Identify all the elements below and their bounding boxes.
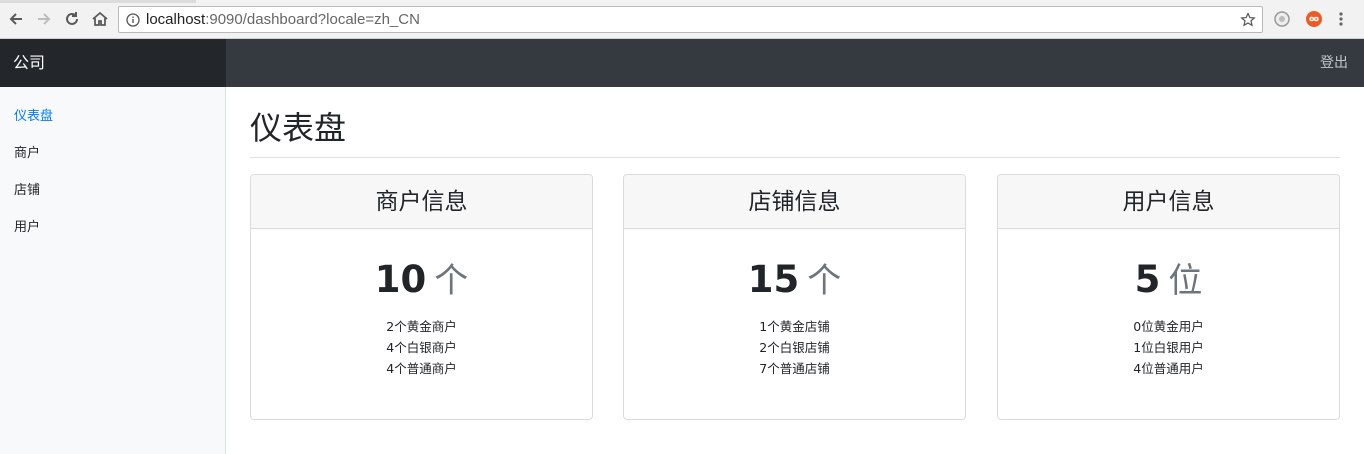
logout-link[interactable]: 登出 (1320, 39, 1348, 87)
count-number: 5 (1134, 258, 1161, 301)
card-count: 5位 (998, 253, 1339, 302)
card-count: 15 个 (624, 253, 965, 302)
top-navbar: 公司 登出 (0, 39, 1364, 87)
title-divider (250, 157, 1340, 158)
browser-toolbar: localhost:9090/dashboard?locale=zh_CN (0, 0, 1364, 39)
breakdown-line: 0位黄金用户 (1133, 319, 1204, 334)
home-icon (92, 11, 108, 26)
count-number: 15 (747, 258, 800, 301)
sidebar-item-dashboard[interactable]: 仪表盘 (14, 105, 53, 124)
breakdown-line: 7个普通店铺 (759, 361, 830, 376)
card-title: 商户信息 (251, 175, 592, 229)
back-button[interactable] (6, 9, 26, 29)
breakdown-line: 4个白银商户 (386, 340, 457, 355)
info-icon[interactable] (126, 12, 140, 27)
breakdown-line: 1个黄金店铺 (759, 319, 830, 334)
sidebar: 仪表盘 商户 店铺 用户 (0, 87, 226, 454)
breakdown-line: 4个普通商户 (386, 361, 457, 376)
address-bar[interactable]: localhost:9090/dashboard?locale=zh_CN (118, 6, 1263, 33)
browser-menu-icon[interactable] (1338, 10, 1344, 28)
breakdown-line: 1位白银用户 (1133, 340, 1204, 355)
breakdown-line: 2个白银店铺 (759, 340, 830, 355)
breakdown-line: 2个黄金商户 (386, 319, 457, 334)
sidebar-item-merchants[interactable]: 商户 (14, 142, 40, 161)
reload-button[interactable] (62, 9, 82, 29)
url-text: localhost:9090/dashboard?locale=zh_CN (146, 11, 420, 28)
tab-strip-edge (0, 0, 196, 3)
forward-button[interactable] (34, 9, 54, 29)
card-title: 店铺信息 (624, 175, 965, 229)
reload-icon (66, 12, 78, 25)
count-unit: 个 (434, 261, 469, 301)
merchant-info-card: 商户信息 10 个 2个黄金商户 4个白银商户 4个普通商户 (250, 174, 593, 420)
home-button[interactable] (90, 9, 110, 29)
url-host: localhost (146, 11, 206, 28)
store-info-card: 店铺信息 15 个 1个黄金店铺 2个白银店铺 7个普通店铺 (623, 174, 966, 420)
sidebar-item-users[interactable]: 用户 (14, 216, 40, 235)
extension-icon[interactable] (1273, 10, 1291, 28)
count-unit: 个 (807, 261, 842, 301)
user-info-card: 用户信息 5位 0位黄金用户 1位白银用户 4位普通用户 (997, 174, 1340, 420)
card-title: 用户信息 (998, 175, 1339, 229)
bookmark-star-icon[interactable] (1240, 12, 1256, 28)
card-breakdown: 1个黄金店铺 2个白银店铺 7个普通店铺 (624, 316, 965, 379)
sidebar-item-stores[interactable]: 店铺 (14, 179, 40, 198)
url-path: :9090/dashboard?locale=zh_CN (205, 11, 420, 28)
count-unit: 位 (1168, 261, 1203, 301)
breakdown-line: 4位普通用户 (1133, 361, 1204, 376)
card-count: 10 个 (251, 253, 592, 302)
page-title: 仪表盘 (250, 109, 347, 147)
extension-infinity-icon[interactable] (1305, 10, 1323, 28)
back-arrow-icon (9, 13, 22, 25)
forward-arrow-icon (38, 13, 51, 25)
card-breakdown: 0位黄金用户 1位白银用户 4位普通用户 (998, 316, 1339, 379)
count-number: 10 (374, 258, 427, 301)
brand-name[interactable]: 公司 (0, 39, 226, 87)
card-breakdown: 2个黄金商户 4个白银商户 4个普通商户 (251, 316, 592, 379)
